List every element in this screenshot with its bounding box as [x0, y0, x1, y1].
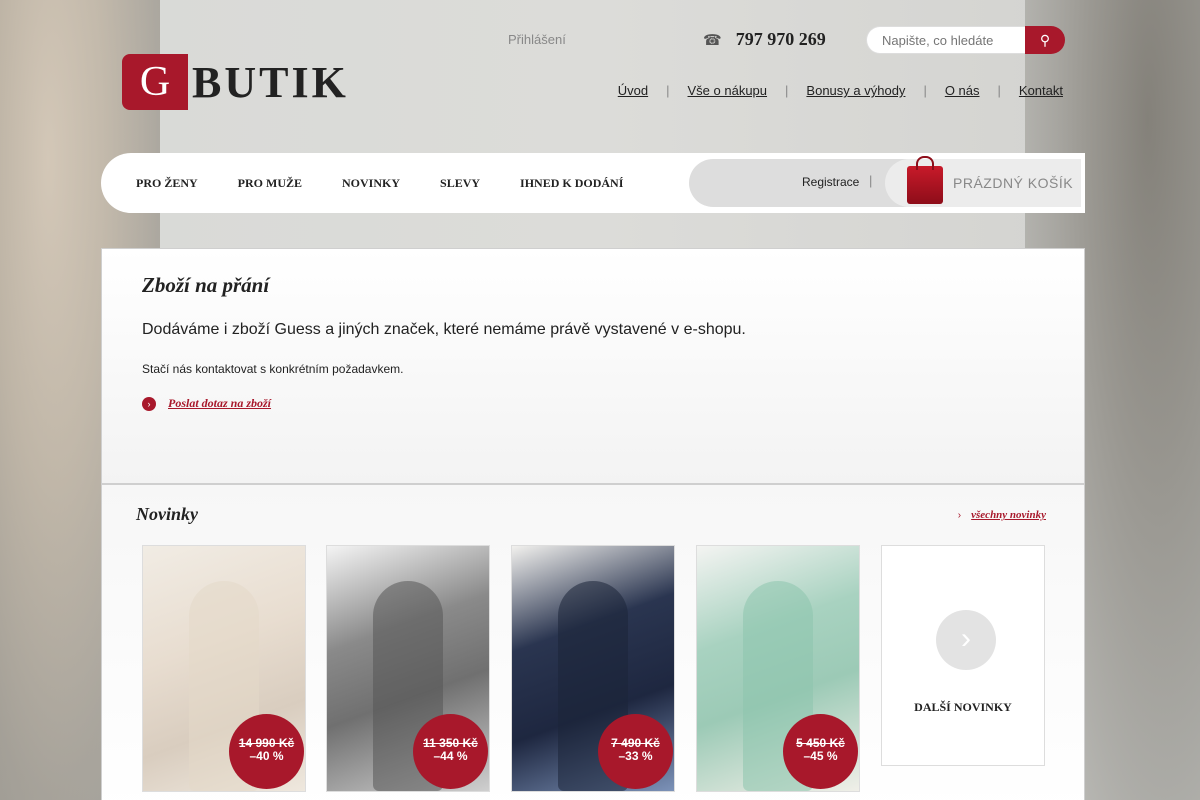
account-cart-area: Registrace | PRÁZDNÝ KOŠÍK: [689, 156, 1081, 207]
logo-text: BUTIK: [192, 57, 349, 107]
all-news-link[interactable]: všechny novinky: [971, 509, 1046, 521]
all-news-row: › všechny novinky: [958, 509, 1046, 521]
request-title: Zboží na přání: [142, 273, 270, 297]
discount-badge: 5 450 Kč –45 %: [783, 714, 858, 789]
cart-label: PRÁZDNÝ KOŠÍK: [953, 175, 1074, 191]
cart-button[interactable]: PRÁZDNÝ KOŠÍK: [885, 156, 1081, 207]
ask-link-row: › Poslat dotaz na zboží: [142, 396, 271, 411]
link-bonusy[interactable]: Bonusy a výhody: [806, 83, 905, 98]
request-text: Stačí nás kontaktovat s konkrétním požad…: [142, 362, 404, 376]
chevron-right-icon: ›: [957, 509, 962, 521]
discount: –33 %: [618, 749, 653, 763]
search-button[interactable]: ⚲: [1025, 26, 1065, 54]
product-card[interactable]: 7 490 Kč –33 %: [511, 545, 675, 792]
ask-product-link[interactable]: Poslat dotaz na zboží: [168, 396, 271, 411]
discount: –44 %: [433, 749, 468, 763]
nav-item-novinky[interactable]: NOVINKY: [342, 176, 400, 191]
more-news-button[interactable]: › DALŠÍ NOVINKY: [881, 545, 1045, 766]
top-links: Úvod | Vše o nákupu | Bonusy a výhody | …: [618, 83, 1063, 98]
search-input[interactable]: [866, 26, 1025, 54]
search-box: ⚲: [866, 26, 1065, 54]
login-link[interactable]: Přihlášení: [508, 32, 566, 47]
phone-contact: ☎ 797 970 269: [703, 29, 826, 50]
discount: –45 %: [803, 749, 838, 763]
divider: |: [997, 83, 1001, 98]
nav-item-ihned-k-dodani[interactable]: IHNED K DODÁNÍ: [520, 176, 623, 191]
phone-number: 797 970 269: [735, 29, 826, 49]
nav-item-pro-zeny[interactable]: PRO ŽENY: [136, 176, 198, 191]
divider: |: [923, 83, 927, 98]
divider: |: [785, 83, 789, 98]
discount-badge: 11 350 Kč –44 %: [413, 714, 488, 789]
nav-item-slevy[interactable]: SLEVY: [440, 176, 480, 191]
product-card[interactable]: 14 990 Kč –40 %: [142, 545, 306, 792]
news-title: Novinky: [136, 504, 198, 524]
nav-item-pro-muze[interactable]: PRO MUŽE: [238, 176, 302, 191]
search-icon: ⚲: [1039, 31, 1051, 48]
link-o-nas[interactable]: O nás: [945, 83, 980, 98]
more-news-label: DALŠÍ NOVINKY: [914, 700, 1012, 714]
product-card[interactable]: 5 450 Kč –45 %: [696, 545, 860, 792]
arrow-bullet-icon: ›: [142, 396, 156, 411]
divider: |: [666, 83, 670, 98]
link-vse-o-nakupu[interactable]: Vše o nákupu: [688, 83, 768, 98]
news-panel: Novinky › všechny novinky 14 990 Kč –40 …: [101, 484, 1085, 800]
shopping-bag-icon: [907, 156, 943, 204]
main-nav: PRO ŽENY PRO MUŽE NOVINKY SLEVY IHNED K …: [101, 153, 1085, 213]
divider: |: [869, 173, 873, 188]
discount-badge: 7 490 Kč –33 %: [598, 714, 673, 789]
link-kontakt[interactable]: Kontakt: [1019, 83, 1063, 98]
chevron-right-icon: ›: [936, 610, 996, 670]
phone-icon: ☎: [703, 31, 722, 49]
product-card[interactable]: 11 350 Kč –44 %: [326, 545, 490, 792]
logo-letter: G: [122, 54, 188, 110]
link-uvod[interactable]: Úvod: [618, 83, 648, 98]
logo[interactable]: G BUTIK: [122, 54, 349, 110]
discount-badge: 14 990 Kč –40 %: [229, 714, 304, 789]
register-link[interactable]: Registrace: [802, 175, 859, 189]
request-lead: Dodáváme i zboží Guess a jiných značek, …: [142, 321, 746, 338]
discount: –40 %: [249, 749, 284, 763]
request-panel: Zboží na přání Dodáváme i zboží Guess a …: [101, 248, 1085, 484]
